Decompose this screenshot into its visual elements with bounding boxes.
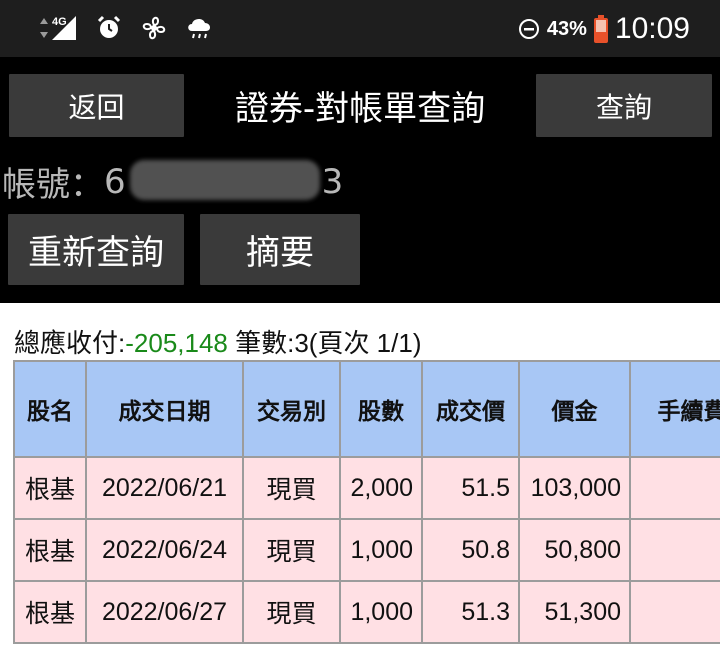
cell-date: 2022/06/24 <box>85 518 244 582</box>
col-header-price[interactable]: 成交價 <box>421 360 520 458</box>
col-header-date[interactable]: 成交日期 <box>85 360 244 458</box>
cell-fee: 12 <box>629 580 720 644</box>
table-row[interactable]: 根基 2022/06/24 現買 1,000 50.8 50,800 12 <box>13 518 720 582</box>
cell-fee-value: 12 <box>649 598 720 627</box>
cell-stock-name[interactable]: 根基 <box>13 456 87 520</box>
cell-fee: 12 <box>629 518 720 582</box>
cell-price: 51.5 <box>421 456 520 520</box>
transactions-table: 股名 成交日期 交易別 股數 成交價 價金 手續費 根基 2022/06/21 … <box>13 360 720 644</box>
cell-shares: 1,000 <box>339 518 423 582</box>
col-header-type[interactable]: 交易別 <box>242 360 341 458</box>
cell-date: 2022/06/21 <box>85 456 244 520</box>
col-header-fee[interactable]: 手續費 <box>629 360 720 458</box>
cell-price: 51.3 <box>421 580 520 644</box>
cell-stock-name[interactable]: 根基 <box>13 580 87 644</box>
cell-amount: 51,300 <box>518 580 631 644</box>
table-header-row: 股名 成交日期 交易別 股數 成交價 價金 手續費 <box>13 360 720 458</box>
col-header-amount[interactable]: 價金 <box>518 360 631 458</box>
cell-stock-name[interactable]: 根基 <box>13 518 87 582</box>
cell-amount: 103,000 <box>518 456 631 520</box>
col-header-name[interactable]: 股名 <box>13 360 87 458</box>
cell-date: 2022/06/27 <box>85 580 244 644</box>
col-header-shares[interactable]: 股數 <box>339 360 423 458</box>
cell-trade-type: 現買 <box>242 456 341 520</box>
table-viewport: 股名 成交日期 交易別 股數 成交價 價金 手續費 根基 2022/06/21 … <box>0 0 720 657</box>
cell-price: 50.8 <box>421 518 520 582</box>
cell-trade-type: 現買 <box>242 580 341 644</box>
cell-fee: 24 <box>629 456 720 520</box>
cell-trade-type: 現買 <box>242 518 341 582</box>
cell-shares: 2,000 <box>339 456 423 520</box>
table-row[interactable]: 根基 2022/06/27 現買 1,000 51.3 51,300 12 <box>13 580 720 644</box>
table-row[interactable]: 根基 2022/06/21 現買 2,000 51.5 103,000 24 <box>13 456 720 520</box>
cell-fee-value: 24 <box>649 474 720 503</box>
cell-shares: 1,000 <box>339 580 423 644</box>
cell-amount: 50,800 <box>518 518 631 582</box>
cell-fee-value: 12 <box>649 536 720 565</box>
